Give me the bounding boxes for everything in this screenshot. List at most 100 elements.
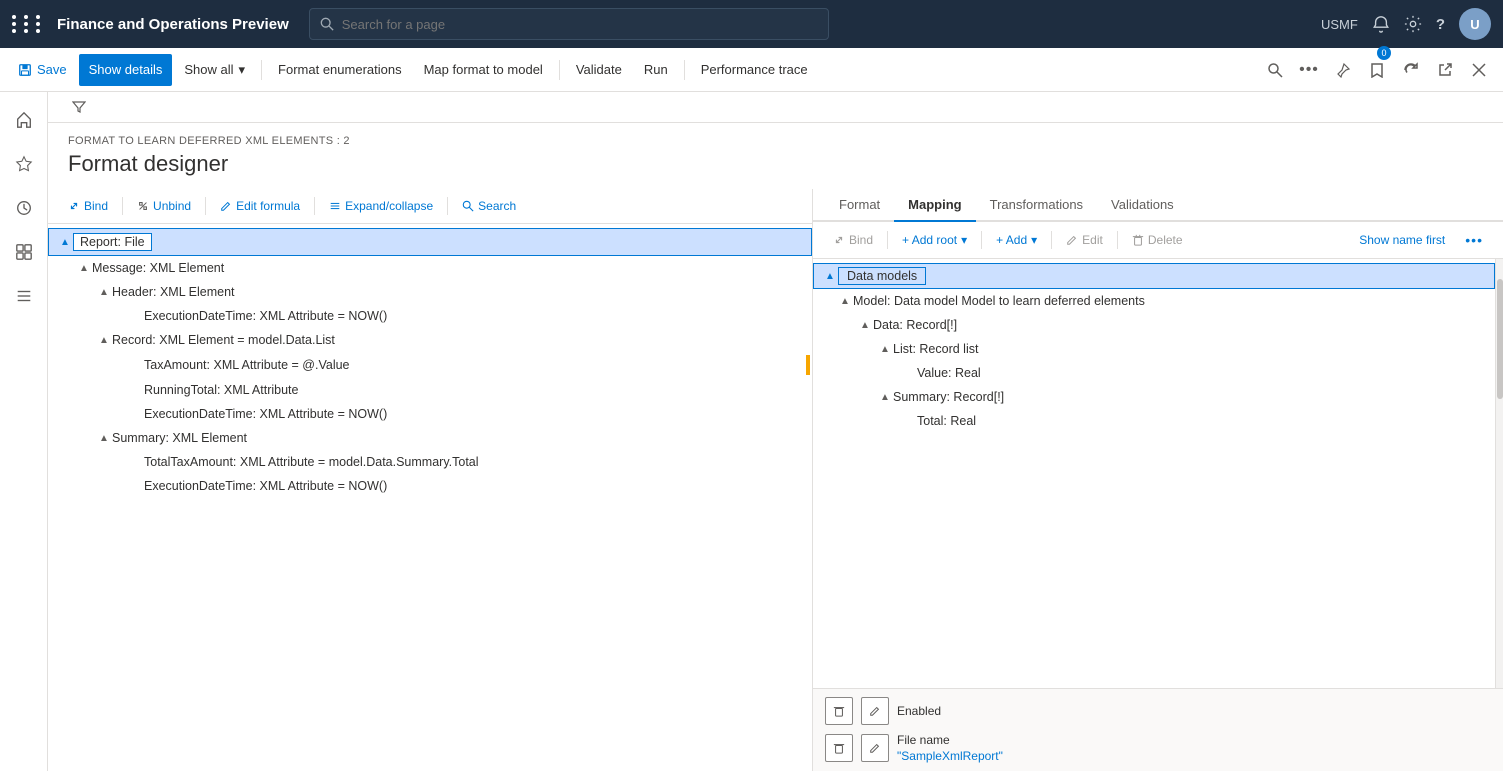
tab-validations[interactable]: Validations	[1097, 189, 1188, 222]
tab-format[interactable]: Format	[825, 189, 894, 222]
prop-delete-enabled[interactable]	[825, 697, 853, 725]
search-input[interactable]	[342, 17, 818, 32]
refresh-button[interactable]	[1395, 54, 1427, 86]
add-root-button[interactable]: + Add root ▾	[894, 229, 975, 251]
sidebar-item-home[interactable]	[4, 100, 44, 140]
prop-edit-filename[interactable]	[861, 734, 889, 762]
filter-icon	[72, 100, 86, 114]
help-icon[interactable]: ?	[1436, 16, 1445, 33]
mapping-item-data[interactable]: ▲ Data: Record[!]	[813, 313, 1495, 337]
tree-item-total-tax[interactable]: TotalTaxAmount: XML Attribute = model.Da…	[48, 450, 812, 474]
waffle-menu[interactable]	[12, 15, 45, 33]
popout-button[interactable]	[1429, 54, 1461, 86]
bind-label: Bind	[84, 199, 108, 213]
run-button[interactable]: Run	[634, 54, 678, 86]
bell-icon[interactable]	[1372, 15, 1390, 33]
avatar[interactable]: U	[1459, 8, 1491, 40]
expand-arrow: ▲	[96, 430, 112, 446]
tree-item-report-file[interactable]: ▲ Report: File	[48, 228, 812, 256]
global-search[interactable]	[309, 8, 829, 40]
report-file-label: Report: File	[73, 233, 152, 251]
show-all-button[interactable]: Show all ▾	[174, 54, 255, 86]
tree-content: ▲ Report: File ▲ Message: XML Element ▲ …	[48, 224, 812, 771]
add-label: + Add	[996, 233, 1027, 247]
sep-3	[1051, 231, 1052, 249]
expand-collapse-button[interactable]: Expand/collapse	[321, 195, 441, 217]
mapping-item-list[interactable]: ▲ List: Record list	[813, 337, 1495, 361]
main-layout: FORMAT TO LEARN DEFERRED XML ELEMENTS : …	[0, 92, 1503, 771]
record-label: Record: XML Element = model.Data.List	[112, 333, 812, 347]
mapping-item-model[interactable]: ▲ Model: Data model Model to learn defer…	[813, 289, 1495, 313]
show-details-button[interactable]: Show details	[79, 54, 173, 86]
bind-icon	[68, 200, 80, 212]
badge-count: 0	[1381, 48, 1386, 58]
search-button[interactable]: Search	[454, 195, 524, 217]
exec-dt-record-label: ExecutionDateTime: XML Attribute = NOW()	[144, 407, 812, 421]
sidebar-item-recent[interactable]	[4, 188, 44, 228]
format-enumerations-button[interactable]: Format enumerations	[268, 54, 412, 86]
tab-transformations[interactable]: Transformations	[976, 189, 1097, 222]
tree-item-exec-dt-summary[interactable]: ExecutionDateTime: XML Attribute = NOW()	[48, 474, 812, 498]
tree-item-exec-dt-header[interactable]: ExecutionDateTime: XML Attribute = NOW()	[48, 304, 812, 328]
summary-label: Summary: XML Element	[112, 431, 812, 445]
mapping-item-summary[interactable]: ▲ Summary: Record[!]	[813, 385, 1495, 409]
delete-icon	[833, 742, 845, 754]
add-button[interactable]: + Add ▾	[988, 229, 1045, 251]
mapping-item-data-models[interactable]: ▲ Data models	[813, 263, 1495, 289]
performance-trace-button[interactable]: Performance trace	[691, 54, 818, 86]
validate-button[interactable]: Validate	[566, 54, 632, 86]
edit-formula-button[interactable]: Edit formula	[212, 195, 308, 217]
tree-item-running-total[interactable]: RunningTotal: XML Attribute	[48, 378, 812, 402]
tree-search-icon	[462, 200, 474, 212]
more-options-button[interactable]: •••	[1293, 54, 1325, 86]
sidebar-item-favorites[interactable]	[4, 144, 44, 184]
more-mapping-button[interactable]: •••	[1457, 228, 1491, 252]
mapping-bind-button[interactable]: Bind	[825, 229, 881, 251]
tree-item-exec-dt-record[interactable]: ExecutionDateTime: XML Attribute = NOW()	[48, 402, 812, 426]
settings-icon[interactable]	[1404, 15, 1422, 33]
close-button[interactable]	[1463, 54, 1495, 86]
content-area: FORMAT TO LEARN DEFERRED XML ELEMENTS : …	[48, 92, 1503, 771]
tab-mapping[interactable]: Mapping	[894, 189, 975, 222]
vertical-scrollbar[interactable]	[1495, 259, 1503, 688]
sep-3	[314, 197, 315, 215]
mapping-tabs: Format Mapping Transformations Validatio…	[813, 189, 1503, 222]
unbind-button[interactable]: Unbind	[129, 195, 199, 217]
mapping-bind-label: Bind	[849, 233, 873, 247]
pin-button[interactable]	[1327, 54, 1359, 86]
mapping-item-total[interactable]: Total: Real	[813, 409, 1495, 433]
tree-item-tax-amount[interactable]: TaxAmount: XML Attribute = @.Value	[48, 352, 812, 378]
tree-toolbar: Bind Unbind Edit formula	[48, 189, 812, 224]
tree-item-summary[interactable]: ▲ Summary: XML Element	[48, 426, 812, 450]
topbar: Finance and Operations Preview USMF ? U	[0, 0, 1503, 48]
sidebar-item-list[interactable]	[4, 276, 44, 316]
search-toolbar-button[interactable]	[1259, 54, 1291, 86]
sep-1	[887, 231, 888, 249]
tree-item-message[interactable]: ▲ Message: XML Element	[48, 256, 812, 280]
no-expand	[901, 365, 917, 381]
prop-delete-filename[interactable]	[825, 734, 853, 762]
summary-record-label: Summary: Record[!]	[893, 390, 1495, 404]
toolbar: Save Show details Show all ▾ Format enum…	[0, 48, 1503, 92]
properties-panel: Enabled	[813, 688, 1503, 771]
save-button[interactable]: Save	[8, 54, 77, 86]
delete-icon	[1132, 234, 1144, 246]
tree-item-header[interactable]: ▲ Header: XML Element	[48, 280, 812, 304]
search-toolbar-icon	[1267, 62, 1283, 78]
map-format-button[interactable]: Map format to model	[414, 54, 553, 86]
prop-edit-enabled[interactable]	[861, 697, 889, 725]
topbar-right: USMF ? U	[1321, 8, 1491, 40]
sep-4	[447, 197, 448, 215]
bind-button[interactable]: Bind	[60, 195, 116, 217]
no-expand	[128, 454, 144, 470]
sep-2	[981, 231, 982, 249]
edit-button[interactable]: Edit	[1058, 229, 1111, 251]
filter-button[interactable]	[64, 96, 94, 118]
show-name-first-button[interactable]: Show name first	[1351, 229, 1453, 251]
tree-item-record[interactable]: ▲ Record: XML Element = model.Data.List	[48, 328, 812, 352]
search-label: Search	[478, 199, 516, 213]
badge: 0	[1377, 46, 1391, 60]
delete-button[interactable]: Delete	[1124, 229, 1191, 251]
mapping-item-value[interactable]: Value: Real	[813, 361, 1495, 385]
sidebar-item-workspaces[interactable]	[4, 232, 44, 272]
